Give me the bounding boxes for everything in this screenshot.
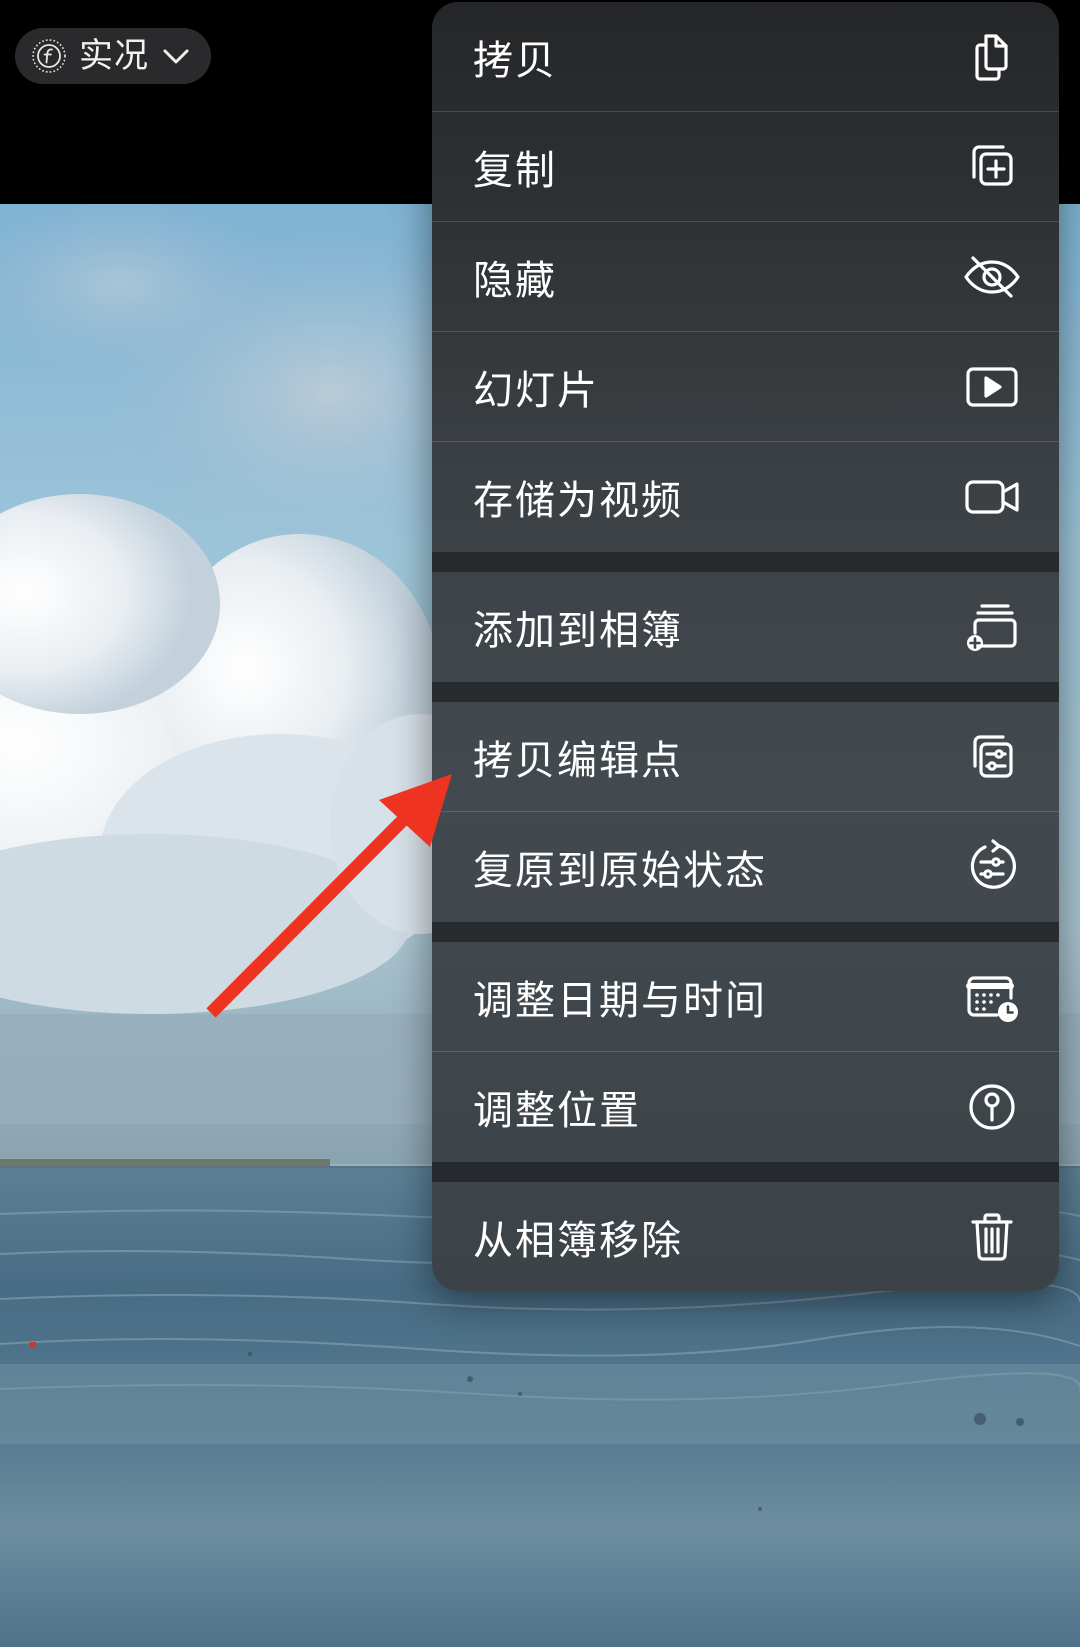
menu-item-slideshow[interactable]: 幻灯片 xyxy=(432,332,1059,441)
live-photo-button[interactable]: 实况 xyxy=(15,28,211,84)
menu-item-label: 调整位置 xyxy=(473,1087,641,1134)
menu-item-add-to-album[interactable]: 添加到相簿 xyxy=(432,572,1059,681)
menu-item-adjust-date-time[interactable]: 调整日期与时间 xyxy=(432,942,1059,1051)
menu-item-revert-to-original[interactable]: 复原到原始状态 xyxy=(432,812,1059,921)
copy-edits-icon xyxy=(963,728,1021,786)
live-photo-icon xyxy=(32,39,66,73)
menu-item-label: 从相簿移除 xyxy=(473,1217,683,1264)
location-pin-icon xyxy=(963,1078,1021,1136)
menu-item-label: 调整日期与时间 xyxy=(473,977,767,1024)
menu-item-copy[interactable]: 拷贝 xyxy=(432,2,1059,111)
video-camera-icon xyxy=(963,468,1021,526)
menu-item-label: 拷贝编辑点 xyxy=(473,737,683,784)
play-rectangle-icon xyxy=(963,358,1021,416)
menu-item-label: 复制 xyxy=(473,147,557,194)
add-to-album-icon xyxy=(963,598,1021,656)
live-photo-label: 实况 xyxy=(79,36,149,76)
duplicate-icon xyxy=(963,138,1021,196)
menu-group-gap xyxy=(432,922,1059,942)
revert-icon xyxy=(963,838,1021,896)
menu-item-label: 添加到相簿 xyxy=(473,607,683,654)
menu-group-gap xyxy=(432,1162,1059,1182)
menu-item-label: 幻灯片 xyxy=(473,367,599,414)
menu-item-copy-edits[interactable]: 拷贝编辑点 xyxy=(432,702,1059,811)
menu-item-label: 隐藏 xyxy=(473,257,557,304)
context-menu: 拷贝 复制 隐藏 幻灯片 存储为视频 添加到相簿 拷贝编辑点 复原到原始状态 调… xyxy=(432,2,1059,1291)
menu-group-gap xyxy=(432,682,1059,702)
copy-icon xyxy=(963,28,1021,86)
calendar-clock-icon xyxy=(963,968,1021,1026)
trash-icon xyxy=(963,1208,1021,1266)
menu-item-adjust-location[interactable]: 调整位置 xyxy=(432,1052,1059,1161)
photo-viewer-screen: 实况 拷贝 复制 隐藏 幻灯片 存储为视频 添加到相簿 拷贝编辑点 复原到原始状… xyxy=(0,0,1080,1647)
eye-slash-icon xyxy=(963,248,1021,306)
menu-item-hide[interactable]: 隐藏 xyxy=(432,222,1059,331)
menu-item-duplicate[interactable]: 复制 xyxy=(432,112,1059,221)
menu-group-gap xyxy=(432,552,1059,572)
menu-item-label: 拷贝 xyxy=(473,37,557,84)
menu-item-save-as-video[interactable]: 存储为视频 xyxy=(432,442,1059,551)
chevron-down-icon xyxy=(163,49,189,64)
menu-item-remove-from-album[interactable]: 从相簿移除 xyxy=(432,1182,1059,1291)
menu-item-label: 存储为视频 xyxy=(473,477,683,524)
menu-item-label: 复原到原始状态 xyxy=(473,847,767,894)
